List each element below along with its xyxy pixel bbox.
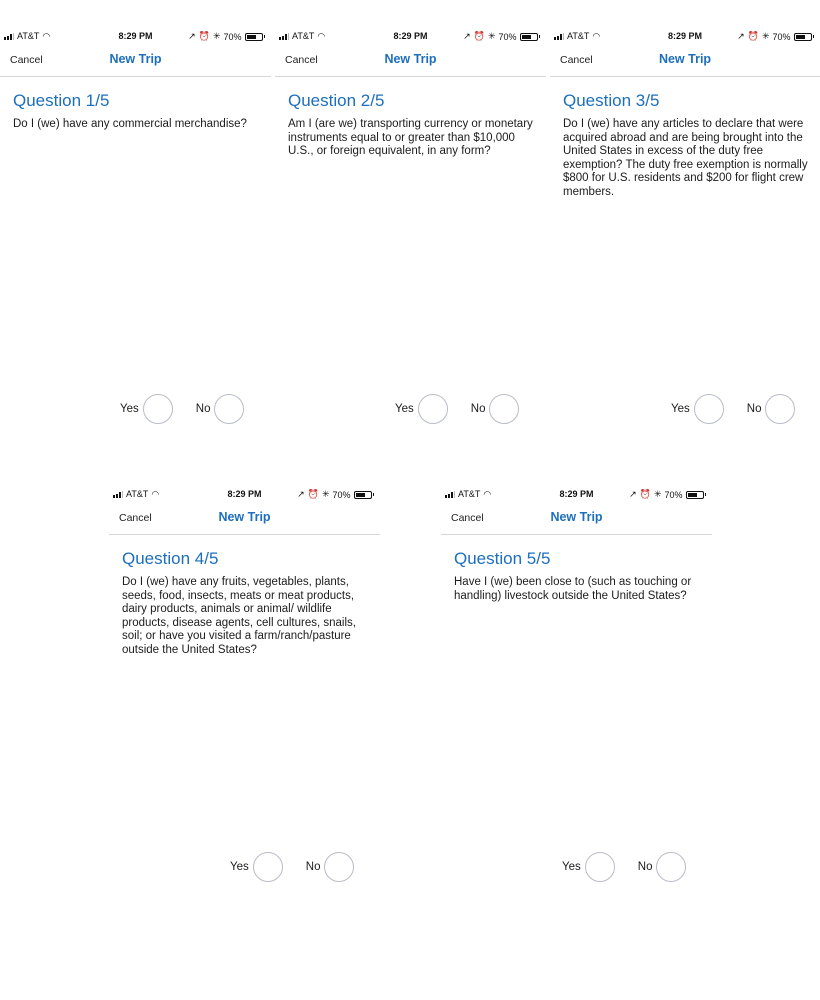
status-bar: AT&T ◠ 8:29 PM ↗ ⏰ ✳ 70% [550, 31, 820, 45]
yes-radio[interactable] [693, 394, 724, 424]
question-title: Question 1/5 [13, 91, 110, 110]
yes-option[interactable]: Yes [120, 394, 173, 424]
question-text: Do I (we) have any articles to declare t… [563, 118, 808, 198]
question-title: Question 5/5 [454, 549, 551, 568]
nav-bar: Cancel New Trip [441, 508, 712, 530]
battery-percent: 70% [772, 31, 791, 42]
bluetooth-icon: ✳ [761, 31, 770, 41]
status-bar: AT&T ◠ 8:29 PM ↗ ⏰ ✳ 70% [441, 489, 712, 503]
no-radio[interactable] [656, 852, 687, 882]
question-text: Have I (we) been close to (such as touch… [454, 576, 692, 602]
question-screen-2: AT&T ◠ 8:29 PM ↗ ⏰ ✳ 70% Cancel New Trip… [275, 0, 546, 460]
answer-group: Yes No [230, 852, 377, 882]
no-radio[interactable] [765, 394, 796, 424]
status-bar: AT&T ◠ 8:29 PM ↗ ⏰ ✳ 70% [0, 31, 271, 45]
answer-group: Yes No [671, 394, 818, 424]
answer-group: Yes No [395, 394, 542, 424]
no-radio[interactable] [489, 394, 520, 424]
alarm-icon: ⏰ [747, 31, 759, 41]
no-option[interactable]: No [747, 394, 796, 424]
yes-option[interactable]: Yes [562, 852, 615, 882]
nav-divider [0, 76, 271, 77]
nav-divider [550, 76, 820, 77]
battery-percent: 70% [332, 489, 351, 500]
nav-divider [109, 534, 380, 535]
battery-percent: 70% [664, 489, 683, 500]
no-label: No [470, 403, 486, 415]
nav-bar: Cancel New Trip [109, 508, 380, 530]
nav-title: New Trip [384, 52, 437, 66]
yes-label: Yes [395, 403, 414, 415]
yes-radio[interactable] [584, 852, 615, 882]
bluetooth-icon: ✳ [653, 489, 662, 499]
no-option[interactable]: No [196, 394, 245, 424]
no-option[interactable]: No [638, 852, 687, 882]
no-label: No [637, 861, 653, 873]
status-bar: AT&T ◠ 8:29 PM ↗ ⏰ ✳ 70% [109, 489, 380, 503]
no-option[interactable]: No [471, 394, 520, 424]
bluetooth-icon: ✳ [487, 31, 496, 41]
location-arrow-icon: ↗ [297, 489, 305, 499]
question-text: Am I (are we) transporting currency or m… [288, 118, 533, 157]
no-option[interactable]: No [306, 852, 355, 882]
location-arrow-icon: ↗ [188, 31, 196, 41]
no-label: No [305, 861, 321, 873]
location-arrow-icon: ↗ [629, 489, 637, 499]
question-title: Question 3/5 [563, 91, 660, 110]
yes-radio[interactable] [252, 852, 283, 882]
yes-label: Yes [230, 861, 249, 873]
nav-bar: Cancel New Trip [550, 50, 820, 72]
battery-icon [685, 490, 706, 499]
bluetooth-icon: ✳ [212, 31, 221, 41]
yes-label: Yes [671, 403, 690, 415]
yes-option[interactable]: Yes [230, 852, 283, 882]
question-text: Do I (we) have any commercial merchandis… [13, 118, 247, 130]
question-title: Question 4/5 [122, 549, 219, 568]
nav-title: New Trip [550, 510, 603, 524]
status-bar: AT&T ◠ 8:29 PM ↗ ⏰ ✳ 70% [275, 31, 546, 45]
nav-title: New Trip [218, 510, 271, 524]
no-label: No [746, 403, 762, 415]
battery-percent: 70% [498, 31, 517, 42]
question-screen-4: AT&T ◠ 8:29 PM ↗ ⏰ ✳ 70% Cancel New Trip… [109, 458, 380, 918]
nav-divider [275, 76, 546, 77]
location-arrow-icon: ↗ [463, 31, 471, 41]
no-label: No [195, 403, 211, 415]
nav-divider [441, 534, 712, 535]
alarm-icon: ⏰ [198, 31, 210, 41]
question-title: Question 2/5 [288, 91, 385, 110]
battery-icon [519, 32, 540, 41]
no-radio[interactable] [214, 394, 245, 424]
answer-group: Yes No [120, 394, 267, 424]
yes-radio[interactable] [142, 394, 173, 424]
battery-icon [793, 32, 814, 41]
question-screen-5: AT&T ◠ 8:29 PM ↗ ⏰ ✳ 70% Cancel New Trip… [441, 458, 712, 918]
nav-title: New Trip [109, 52, 162, 66]
nav-bar: Cancel New Trip [275, 50, 546, 72]
yes-option[interactable]: Yes [671, 394, 724, 424]
answer-group: Yes No [562, 852, 709, 882]
battery-icon [353, 490, 374, 499]
question-screen-3: AT&T ◠ 8:29 PM ↗ ⏰ ✳ 70% Cancel New Trip… [550, 0, 820, 460]
yes-label: Yes [120, 403, 139, 415]
no-radio[interactable] [324, 852, 355, 882]
yes-option[interactable]: Yes [395, 394, 448, 424]
alarm-icon: ⏰ [473, 31, 485, 41]
battery-percent: 70% [223, 31, 242, 42]
location-arrow-icon: ↗ [737, 31, 745, 41]
question-screen-1: AT&T ◠ 8:29 PM ↗ ⏰ ✳ 70% Cancel New Trip… [0, 0, 271, 460]
bluetooth-icon: ✳ [321, 489, 330, 499]
alarm-icon: ⏰ [307, 489, 319, 499]
battery-icon [244, 32, 265, 41]
yes-label: Yes [562, 861, 581, 873]
nav-title: New Trip [658, 52, 712, 66]
alarm-icon: ⏰ [639, 489, 651, 499]
nav-bar: Cancel New Trip [0, 50, 271, 72]
question-text: Do I (we) have any fruits, vegetables, p… [122, 576, 356, 656]
yes-radio[interactable] [417, 394, 448, 424]
